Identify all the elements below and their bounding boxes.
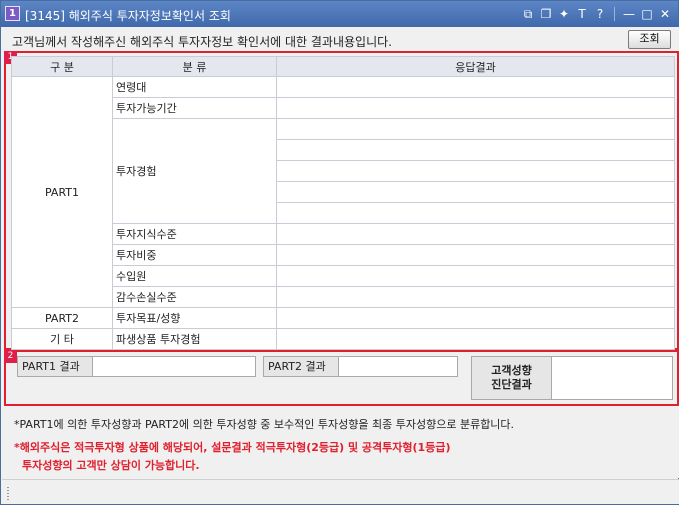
section-summary: 2 PART1 결과 PART2 결과 고객성향 진단결과 (4, 350, 679, 406)
part1-result-field[interactable] (92, 356, 256, 377)
font-size-icon[interactable]: T (575, 6, 589, 22)
table-row: PART2 투자목표/성향 (11, 307, 675, 329)
controls-divider (614, 7, 615, 21)
result-cell (276, 76, 675, 98)
table-header-row: 구 분 분 류 응답결과 (11, 56, 675, 77)
item-investment-experience: 투자경험 (112, 118, 277, 224)
window-controls: ⧉ ❐ ✦ T ? — □ ✕ (521, 5, 672, 23)
item-investment-goal: 투자목표/성향 (112, 307, 277, 329)
result-cell (276, 328, 675, 350)
diagnosis-label-line2: 진단결과 (491, 378, 532, 391)
classification-note: *PART1에 의한 투자성향과 PART2에 의한 투자성향 중 보수적인 투… (14, 418, 515, 431)
item-derivatives-experience: 파생상품 투자경험 (112, 328, 277, 350)
result-cell (276, 160, 675, 182)
window-title: [3145] 해외주식 투자자정보확인서 조회 (25, 9, 231, 23)
category-etc: 기 타 (11, 328, 113, 350)
resize-grip-icon[interactable] (6, 486, 10, 500)
result-cell (276, 307, 675, 329)
column-header-result: 응답결과 (276, 56, 675, 77)
item-knowledge-level: 투자지식수준 (112, 223, 277, 245)
result-cell (276, 223, 675, 245)
part2-result-label: PART2 결과 (263, 356, 339, 377)
window-number-badge: 1 (5, 6, 20, 21)
section-number-badge: 2 (4, 350, 17, 363)
survey-table: 구 분 분 류 응답결과 PART1 연령대 투자가능기간 투자경험 투자지식수… (11, 56, 675, 350)
pin-icon[interactable]: ✦ (557, 6, 571, 22)
result-cell (276, 265, 675, 287)
section-survey-results: 1 구 분 분 류 응답결과 PART1 연령대 투자가능기간 (4, 51, 679, 350)
result-cell (276, 286, 675, 308)
warning-note: *해외주식은 적극투자형 상품에 해당되어, 설문결과 적극투자형(2등급) 및… (14, 441, 451, 454)
copy-window-icon[interactable]: ❐ (539, 6, 553, 22)
diagnosis-result-field[interactable] (553, 357, 672, 399)
info-message: 고객님께서 작성해주신 해외주식 투자자정보 확인서에 대한 결과내용입니다. (12, 35, 392, 49)
item-age: 연령대 (112, 76, 277, 98)
result-cell (276, 181, 675, 203)
category-part2: PART2 (11, 307, 113, 329)
column-header-category: 구 분 (11, 56, 113, 77)
column-header-type: 분 류 (112, 56, 277, 77)
item-loss-tolerance: 감수손실수준 (112, 286, 277, 308)
result-cell (276, 118, 675, 140)
item-investment-ratio: 투자비중 (112, 244, 277, 266)
query-button[interactable]: 조회 (628, 30, 671, 49)
minimize-icon[interactable]: — (622, 6, 636, 22)
help-icon[interactable]: ? (593, 6, 607, 22)
result-cell (276, 97, 675, 119)
part2-result-field[interactable] (338, 356, 458, 377)
warning-note-continued: 투자성향의 고객만 상담이 가능합니다. (22, 459, 200, 472)
result-cell (276, 202, 675, 224)
part1-result-label: PART1 결과 (17, 356, 93, 377)
notes-area: *PART1에 의한 투자성향과 PART2에 의한 투자성향 중 보수적인 투… (4, 406, 679, 478)
result-cell (276, 139, 675, 161)
close-icon[interactable]: ✕ (658, 6, 672, 22)
title-bar[interactable]: 1 [3145] 해외주식 투자자정보확인서 조회 ⧉ ❐ ✦ T ? — □ … (1, 1, 678, 27)
table-row: 기 타 파생상품 투자경험 (11, 328, 675, 350)
result-cell (276, 244, 675, 266)
item-income-source: 수입원 (112, 265, 277, 287)
maximize-icon[interactable]: □ (640, 6, 654, 22)
diagnosis-box: 고객성향 진단결과 (471, 356, 673, 400)
main-window: 1 [3145] 해외주식 투자자정보확인서 조회 ⧉ ❐ ✦ T ? — □ … (0, 0, 679, 505)
info-bar: 고객님께서 작성해주신 해외주식 투자자정보 확인서에 대한 결과내용입니다. … (2, 27, 679, 51)
status-bar (2, 479, 679, 504)
diagnosis-label-line1: 고객성향 (491, 364, 532, 377)
item-investment-period: 투자가능기간 (112, 97, 277, 119)
diagnosis-label: 고객성향 진단결과 (472, 357, 552, 399)
category-part1: PART1 (11, 76, 113, 308)
table-row: PART1 연령대 (11, 76, 675, 308)
link-icon[interactable]: ⧉ (521, 6, 535, 22)
